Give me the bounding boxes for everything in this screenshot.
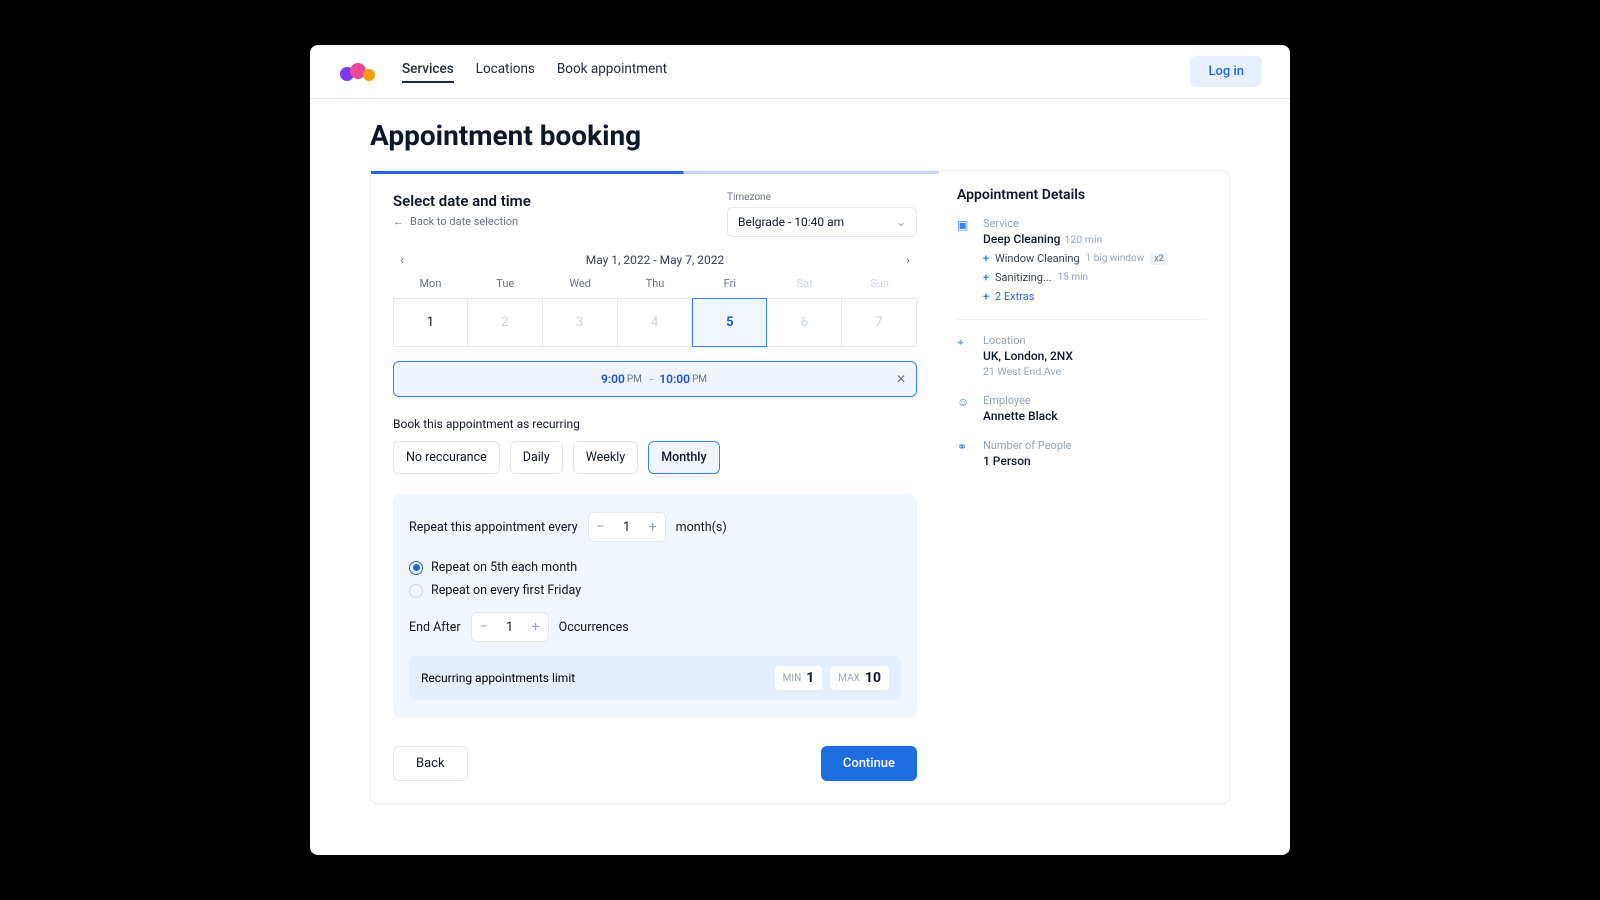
- radio-repeat-on-weekday[interactable]: Repeat on every first Friday: [409, 583, 901, 598]
- back-button[interactable]: Back: [393, 746, 468, 781]
- progress-bar: [371, 171, 939, 174]
- service-icon: ▣: [957, 217, 973, 303]
- end-after-stepper[interactable]: − 1 +: [471, 612, 549, 642]
- clear-slot-icon[interactable]: ✕: [896, 372, 906, 386]
- app-logo: [338, 61, 378, 83]
- timezone-label: Timezone: [727, 192, 917, 203]
- minus-icon[interactable]: −: [589, 513, 613, 541]
- more-extras-link[interactable]: +2 Extras: [983, 290, 1168, 303]
- chevron-down-icon: ⌄: [896, 215, 906, 229]
- people-icon: ⚭: [957, 439, 973, 468]
- employee-icon: ☺: [957, 394, 973, 423]
- radio-dot-icon: [409, 584, 423, 598]
- arrow-left-icon: ←: [393, 215, 404, 228]
- page-title: Appointment booking: [370, 119, 1230, 152]
- next-week-button[interactable]: ›: [899, 251, 917, 269]
- day-4[interactable]: 4: [618, 298, 693, 347]
- day-3[interactable]: 3: [543, 298, 618, 347]
- radio-dot-icon: [409, 561, 423, 575]
- radio-repeat-on-date[interactable]: Repeat on 5th each month: [409, 560, 901, 575]
- selected-timeslot[interactable]: 9:00 PM - 10:00 PM ✕: [393, 361, 917, 397]
- prev-week-button[interactable]: ‹: [393, 251, 411, 269]
- day-6[interactable]: 6: [767, 298, 842, 347]
- day-7[interactable]: 7: [842, 298, 917, 347]
- date-range: May 1, 2022 - May 7, 2022: [586, 253, 725, 267]
- recur-weekly[interactable]: Weekly: [573, 441, 638, 474]
- login-button[interactable]: Log in: [1190, 56, 1262, 87]
- day-2[interactable]: 2: [468, 298, 543, 347]
- timezone-select[interactable]: Belgrade - 10:40 am ⌄: [727, 207, 917, 237]
- minus-icon[interactable]: −: [472, 613, 496, 641]
- details-title: Appointment Details: [957, 187, 1207, 203]
- day-1[interactable]: 1: [393, 298, 468, 347]
- nav-services[interactable]: Services: [402, 61, 454, 83]
- section-title: Select date and time: [393, 192, 531, 210]
- continue-button[interactable]: Continue: [821, 746, 917, 781]
- nav-book[interactable]: Book appointment: [557, 61, 667, 83]
- back-to-date-link[interactable]: ← Back to date selection: [393, 215, 518, 228]
- plus-icon[interactable]: +: [524, 613, 548, 641]
- recurring-limit: Recurring appointments limit MIN1 MAX10: [409, 656, 901, 700]
- repeat-every-stepper[interactable]: − 1 +: [588, 512, 666, 542]
- location-icon: ⌖: [957, 334, 973, 378]
- recurring-label: Book this appointment as recurring: [393, 417, 917, 431]
- recur-daily[interactable]: Daily: [510, 441, 563, 474]
- plus-icon: +: [983, 252, 989, 265]
- recur-none[interactable]: No reccurance: [393, 441, 500, 474]
- plus-icon: +: [983, 271, 989, 284]
- day-5[interactable]: 5: [692, 298, 767, 347]
- recur-monthly[interactable]: Monthly: [648, 441, 719, 474]
- plus-icon[interactable]: +: [641, 513, 665, 541]
- nav-locations[interactable]: Locations: [476, 61, 535, 83]
